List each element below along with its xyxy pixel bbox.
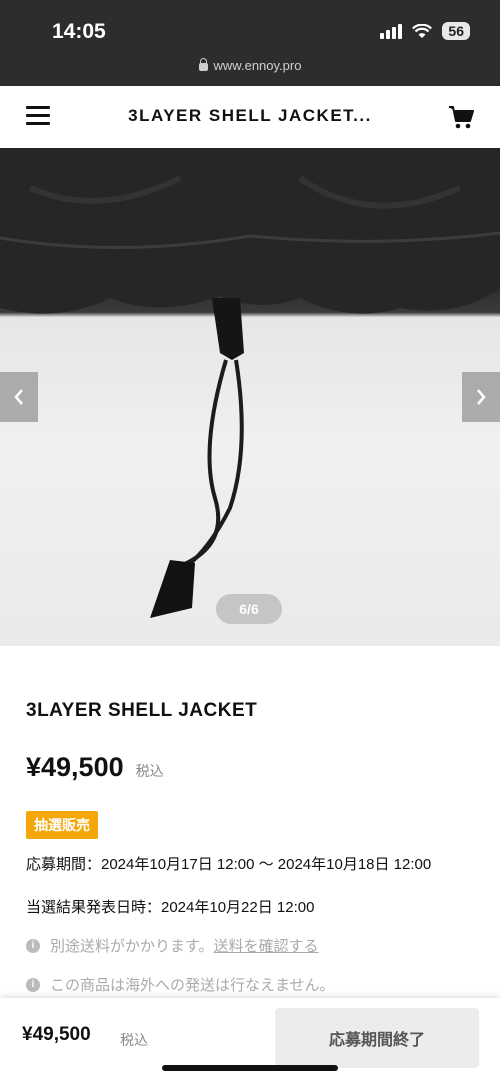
product-image-gallery[interactable]: 6/6 [0, 148, 500, 646]
next-image-button[interactable] [462, 372, 500, 422]
chevron-left-icon [14, 389, 23, 405]
url-text: www.ennoy.pro [213, 58, 302, 73]
product-photo [0, 148, 500, 618]
result-date: 当選結果発表日時：2024年10月22日 12:00 [26, 899, 315, 916]
home-indicator [162, 1065, 338, 1071]
shipping-note: i 別途送料がかかります。 送料を確認する [26, 935, 476, 956]
application-closed-button[interactable]: 応募期間終了 [275, 1008, 479, 1068]
previous-image-button[interactable] [0, 372, 38, 422]
info-icon: i [26, 977, 40, 992]
product-name: 3LAYER SHELL JACKET [26, 700, 258, 721]
product-price: ¥49,500 [26, 752, 124, 782]
url-bar[interactable]: www.ennoy.pro [0, 57, 500, 73]
site-header: 3LAYER SHELL JACKET... [0, 86, 500, 149]
signal-icon [380, 23, 403, 39]
status-icons: 56 [380, 22, 470, 40]
page-title: 3LAYER SHELL JACKET... [128, 106, 372, 125]
status-bar: 14:05 56 www.ennoy.pro [0, 0, 500, 86]
overseas-note: i この商品は海外への発送は行なえません。 [26, 974, 476, 995]
application-period: 応募期間：2024年10月17日 12:00 〜 2024年10月18日 12:… [26, 856, 432, 873]
overseas-note-text: この商品は海外への発送は行なえません。 [50, 977, 335, 994]
shipping-link[interactable]: 送料を確認する [214, 935, 319, 956]
lottery-badge: 抽選販売 [26, 811, 98, 839]
footer-tax-label: 税込 [120, 1032, 148, 1048]
cart-icon[interactable] [448, 104, 474, 130]
battery-indicator: 56 [442, 22, 470, 40]
info-icon: i [26, 938, 40, 953]
footer-price: ¥49,500 [22, 1024, 91, 1045]
product-info: 3LAYER SHELL JACKET ¥49,500 税込 抽選販売 応募期間… [26, 700, 476, 995]
chevron-right-icon [477, 389, 486, 405]
price-row: ¥49,500 税込 [26, 752, 476, 783]
shipping-note-text: 別途送料がかかります。 [50, 938, 214, 955]
tax-label: 税込 [135, 763, 164, 779]
wifi-icon [412, 23, 433, 38]
image-counter: 6/6 [216, 594, 282, 624]
status-time: 14:05 [52, 20, 106, 43]
lock-icon [198, 57, 208, 71]
